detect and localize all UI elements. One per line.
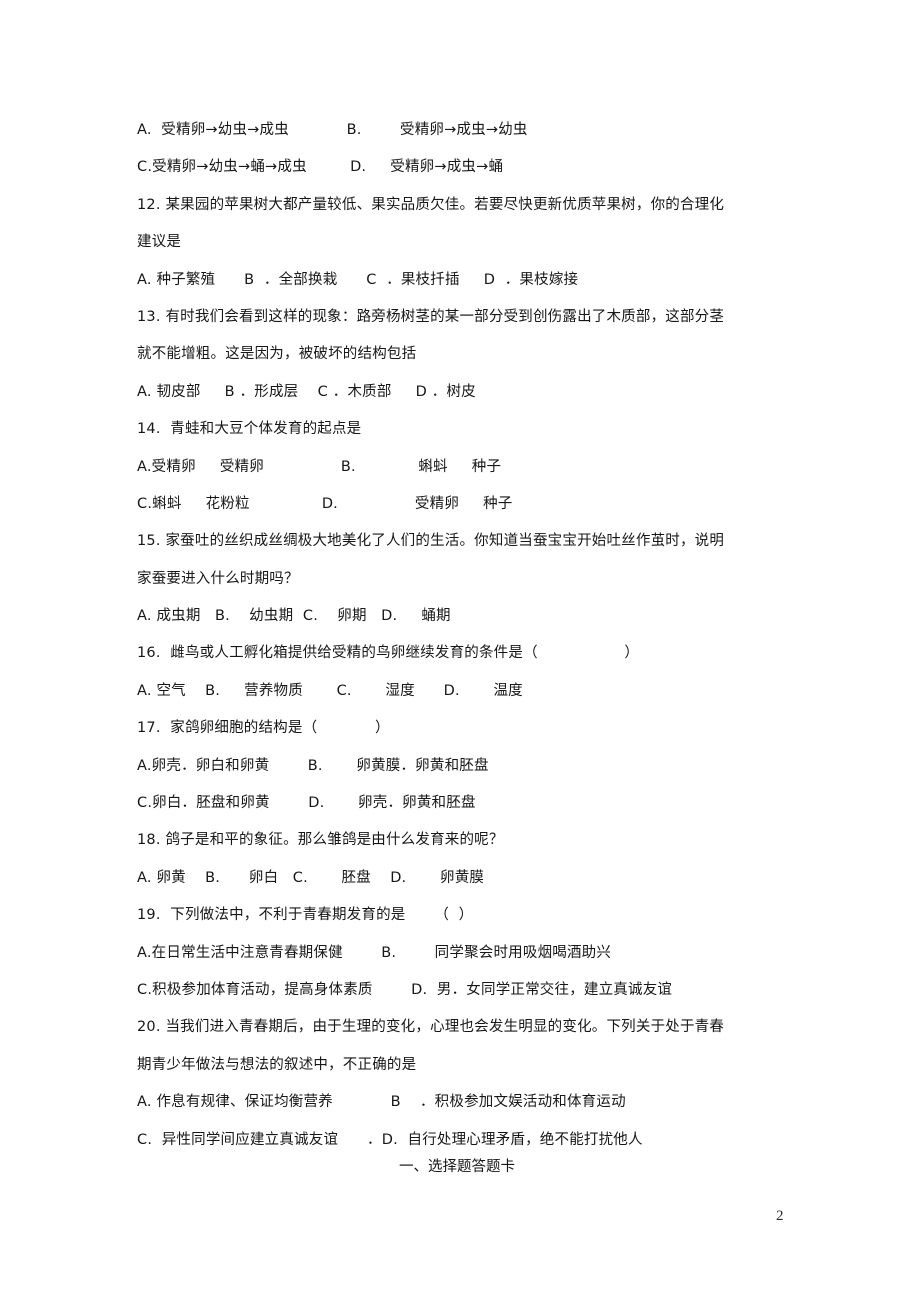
text-line: A. 韧皮部 B ．形成层 C ．木质部 D ．树皮	[137, 383, 476, 400]
text-line: C.蝌蚪 花粉粒 D. 受精卵 种子	[137, 495, 513, 512]
text-line: 18. 鸽子是和平的象征。那么雏鸽是由什么发育来的呢？	[137, 832, 504, 849]
text-line: A. 种子繁殖 B ．全部换栽 C ．果枝扦插 D ．果枝嫁接	[137, 271, 579, 288]
text-line: A. 卵黄 B. 卵白 C. 胚盘 D. 卵黄膜	[137, 869, 485, 886]
text-line: C.积极参加体育活动，提高身体素质 D. 男．女同学正常交往，建立真诚友谊	[137, 981, 673, 998]
answer-sheet-heading: 一、选择题答题卡	[399, 1159, 515, 1175]
text-line: A.卵壳．卵白和卵黄 B. 卵黄膜．卵黄和胚盘	[137, 757, 489, 774]
text-line: 期青少年做法与想法的叙述中，不正确的是	[137, 1056, 417, 1073]
text-line: 就不能增粗。这是因为，被破坏的结构包括	[137, 346, 417, 363]
text-line: A. 作息有规律、保证均衡营养 B ．积极参加文娱活动和体育运动	[137, 1094, 626, 1111]
text-line: 家蚕要进入什么时期吗？	[137, 570, 299, 587]
text-line: C.卵白．胚盘和卵黄 D. 卵壳．卵黄和胚盘	[137, 795, 476, 812]
text-line: C.受精卵→幼虫→蛹→成虫 D. 受精卵→成虫→蛹	[137, 159, 504, 176]
text-line: A. 受精卵→幼虫→成虫 B. 受精卵→成虫→幼虫	[137, 122, 528, 138]
text-line: A. 成虫期 B. 幼虫期 C. 卵期 D. 蛹期	[137, 608, 451, 625]
text-line: 16. 雌鸟或人工孵化箱提供给受精的鸟卵继续发育的条件是（ ）	[137, 645, 640, 662]
text-line: 20. 当我们进入青春期后，由于生理的变化，心理也会发生明显的变化。下列关于处于…	[137, 1019, 725, 1036]
text-line: A.在日常生活中注意青春期保健 B. 同学聚会时用吸烟喝酒助兴	[137, 944, 612, 961]
text-line: 14. 青蛙和大豆个体发育的起点是	[137, 421, 362, 438]
text-line: 13. 有时我们会看到这样的现象：路旁杨树茎的某一部分受到创伤露出了木质部，这部…	[137, 308, 725, 325]
text-line: A.受精卵 受精卵 B. 蝌蚪 种子	[137, 458, 502, 475]
document-page: A. 受精卵→幼虫→成虫 B. 受精卵→成虫→幼虫 C.受精卵→幼虫→蛹→成虫 …	[0, 0, 920, 1303]
text-line: A. 空气 B. 营养物质 C. 湿度 D. 温度	[137, 682, 523, 699]
text-line: 12. 某果园的苹果树大都产量较低、果实品质欠佳。若要尽快更新优质苹果树，你的合…	[137, 196, 725, 213]
text-line: 19. 下列做法中，不利于青春期发育的是 （ ）	[137, 907, 474, 924]
question-body: A. 受精卵→幼虫→成虫 B. 受精卵→成虫→幼虫 C.受精卵→幼虫→蛹→成虫 …	[137, 112, 777, 1159]
text-line: 17. 家鸽卵细胞的结构是（ ）	[137, 720, 390, 737]
text-line: 15. 家蚕吐的丝织成丝绸极大地美化了人们的生活。你知道当蚕宝宝开始吐丝作茧时，…	[137, 533, 725, 550]
text-line: 建议是	[137, 234, 182, 251]
page-number: 2	[776, 1208, 784, 1224]
